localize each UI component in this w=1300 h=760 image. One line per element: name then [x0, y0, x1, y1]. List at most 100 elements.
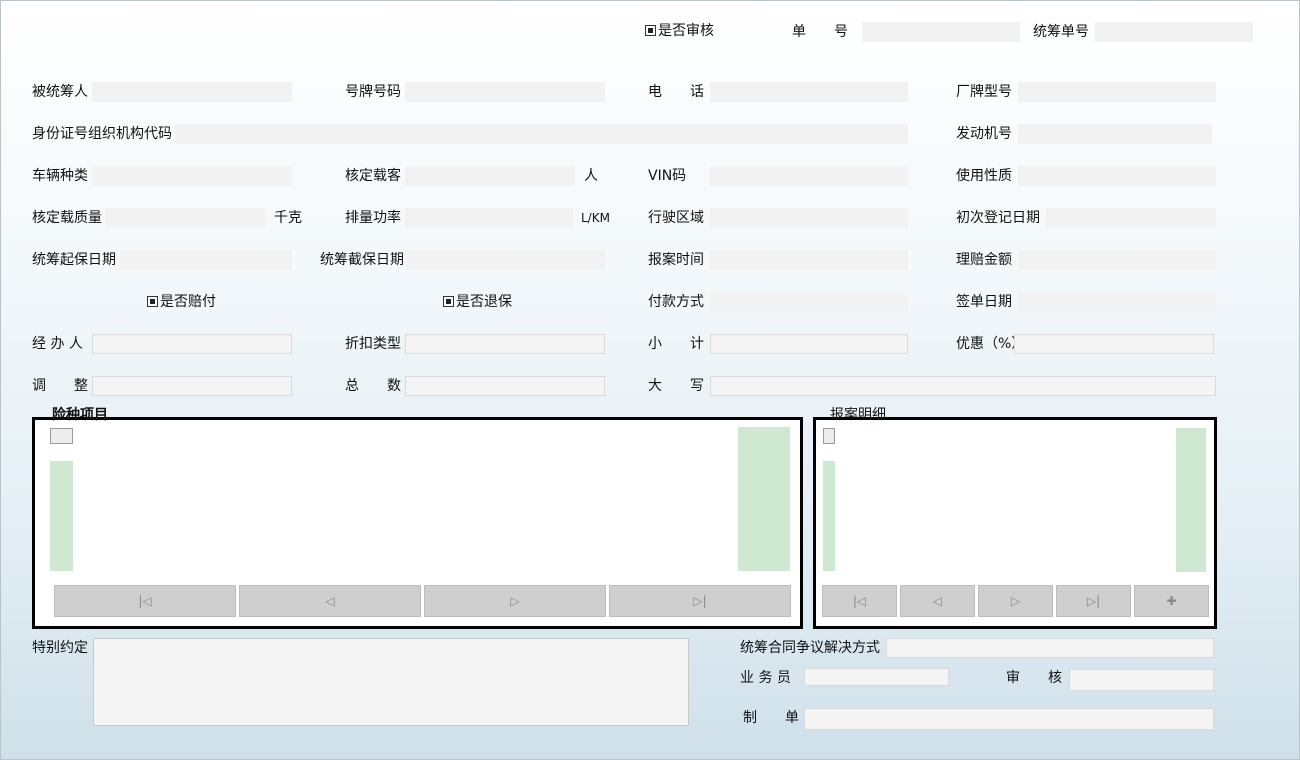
prev-icon: ◁: [325, 594, 335, 608]
audit-checkbox[interactable]: 是否审核: [645, 20, 714, 40]
model-label: 厂牌型号: [956, 84, 1012, 100]
region-input[interactable]: [710, 208, 908, 228]
idcode-input[interactable]: [175, 124, 908, 144]
last-record-button[interactable]: ▷|: [609, 585, 791, 617]
next-icon: ▷: [1010, 594, 1021, 608]
next-record-button[interactable]: ▷: [424, 585, 606, 617]
grid-corner-button[interactable]: [50, 428, 73, 444]
regdate-input[interactable]: [1046, 208, 1216, 228]
report-grid[interactable]: |◁ ◁ ▷ ▷| ✚: [813, 417, 1217, 629]
paid-checkbox[interactable]: 是否赔付: [147, 291, 216, 311]
handler-label: 经 办 人: [32, 336, 83, 352]
adjust-label: 调 整: [32, 378, 88, 394]
model-input[interactable]: [1018, 82, 1216, 102]
load-unit: 千克: [274, 210, 302, 226]
usage-label: 使用性质: [956, 168, 1012, 184]
end-date-label: 统筹截保日期: [320, 252, 404, 268]
coverage-nav-bar: |◁ ◁ ▷ ▷|: [54, 585, 791, 617]
salesman-label: 业 务 员: [740, 670, 791, 686]
prev-icon: ◁: [932, 594, 943, 608]
prev-record-button[interactable]: ◁: [900, 585, 975, 617]
order-no-input[interactable]: [862, 22, 1020, 42]
first-record-button[interactable]: |◁: [822, 585, 897, 617]
refund-checkbox[interactable]: 是否退保: [443, 291, 512, 311]
paid-checkbox-label: 是否赔付: [160, 294, 216, 310]
dispute-input[interactable]: [886, 638, 1214, 658]
engine-input[interactable]: [1018, 124, 1212, 144]
usage-input[interactable]: [1018, 166, 1216, 186]
adjust-input[interactable]: [92, 376, 292, 396]
maker-input[interactable]: [804, 708, 1214, 730]
first-record-button[interactable]: |◁: [54, 585, 236, 617]
coverage-grid[interactable]: |◁ ◁ ▷ ▷|: [32, 417, 803, 629]
claim-input[interactable]: [1018, 250, 1216, 270]
prev-record-button[interactable]: ◁: [239, 585, 421, 617]
checkbox-box[interactable]: [645, 24, 656, 36]
maker-label: 制 单: [743, 710, 799, 726]
seats-label: 核定载客: [345, 168, 401, 184]
load-label: 核定载质量: [32, 210, 102, 226]
dispute-label: 统筹合同争议解决方式: [740, 640, 880, 656]
insured-input[interactable]: [92, 82, 292, 102]
paymethod-input[interactable]: [710, 292, 908, 312]
grid-row-header: [50, 461, 73, 571]
phone-input[interactable]: [710, 82, 908, 102]
special-terms-textarea[interactable]: [93, 638, 689, 726]
reviewer-label: 审 核: [1006, 670, 1062, 686]
idcode-label: 身份证号组织机构代码: [32, 126, 172, 142]
vtype-input[interactable]: [92, 166, 292, 186]
claim-label: 理赔金额: [956, 252, 1012, 268]
uppercase-input[interactable]: [710, 376, 1216, 396]
uppercase-label: 大 写: [648, 378, 704, 394]
seats-input[interactable]: [405, 166, 575, 186]
plate-input[interactable]: [405, 82, 605, 102]
grid-corner-button[interactable]: [823, 428, 835, 444]
report-time-input[interactable]: [710, 250, 908, 270]
coverage-panel-title: 险种项目: [52, 407, 108, 423]
start-date-input[interactable]: [120, 250, 292, 270]
add-record-button[interactable]: ✚: [1134, 585, 1209, 617]
next-record-button[interactable]: ▷: [978, 585, 1053, 617]
subtotal-input[interactable]: [710, 334, 908, 354]
pool-no-label: 统筹单号: [1033, 24, 1089, 40]
special-terms-label: 特别约定: [32, 640, 88, 656]
salesman-input[interactable]: [804, 668, 949, 686]
grid-right-strip: [738, 427, 790, 571]
signdate-label: 签单日期: [956, 294, 1012, 310]
grid-row-header: [823, 461, 835, 571]
discount-type-input[interactable]: [405, 334, 605, 354]
subtotal-label: 小 计: [648, 336, 704, 352]
last-icon: ▷|: [693, 594, 707, 608]
vin-input[interactable]: [710, 166, 908, 186]
report-nav-bar: |◁ ◁ ▷ ▷| ✚: [822, 585, 1209, 617]
plate-label: 号牌号码: [345, 84, 401, 100]
discount-input[interactable]: [1014, 334, 1214, 354]
displacement-label: 排量功率: [345, 210, 401, 226]
displacement-input[interactable]: [405, 208, 573, 228]
seats-unit: 人: [584, 168, 598, 184]
report-time-label: 报案时间: [648, 252, 704, 268]
audit-checkbox-label: 是否审核: [658, 23, 714, 39]
pool-no-input[interactable]: [1095, 22, 1253, 42]
displacement-unit: L/KM: [581, 211, 610, 225]
insured-label: 被统筹人: [32, 84, 88, 100]
discount-type-label: 折扣类型: [345, 336, 401, 352]
total-label: 总 数: [345, 378, 401, 394]
last-record-button[interactable]: ▷|: [1056, 585, 1131, 617]
end-date-input[interactable]: [405, 250, 605, 270]
first-icon: |◁: [138, 594, 152, 608]
phone-label: 电 话: [648, 84, 704, 100]
signdate-input[interactable]: [1018, 292, 1216, 312]
load-input[interactable]: [105, 208, 265, 228]
refund-checkbox-label: 是否退保: [456, 294, 512, 310]
reviewer-input[interactable]: [1069, 669, 1214, 691]
paymethod-label: 付款方式: [648, 294, 704, 310]
total-input[interactable]: [405, 376, 605, 396]
first-icon: |◁: [852, 594, 867, 608]
checkbox-box[interactable]: [147, 295, 158, 307]
handler-input[interactable]: [92, 334, 292, 354]
last-icon: ▷|: [1086, 594, 1101, 608]
checkbox-box[interactable]: [443, 295, 454, 307]
vin-label: VIN码: [648, 168, 687, 184]
report-panel-title: 报案明细: [830, 407, 886, 423]
